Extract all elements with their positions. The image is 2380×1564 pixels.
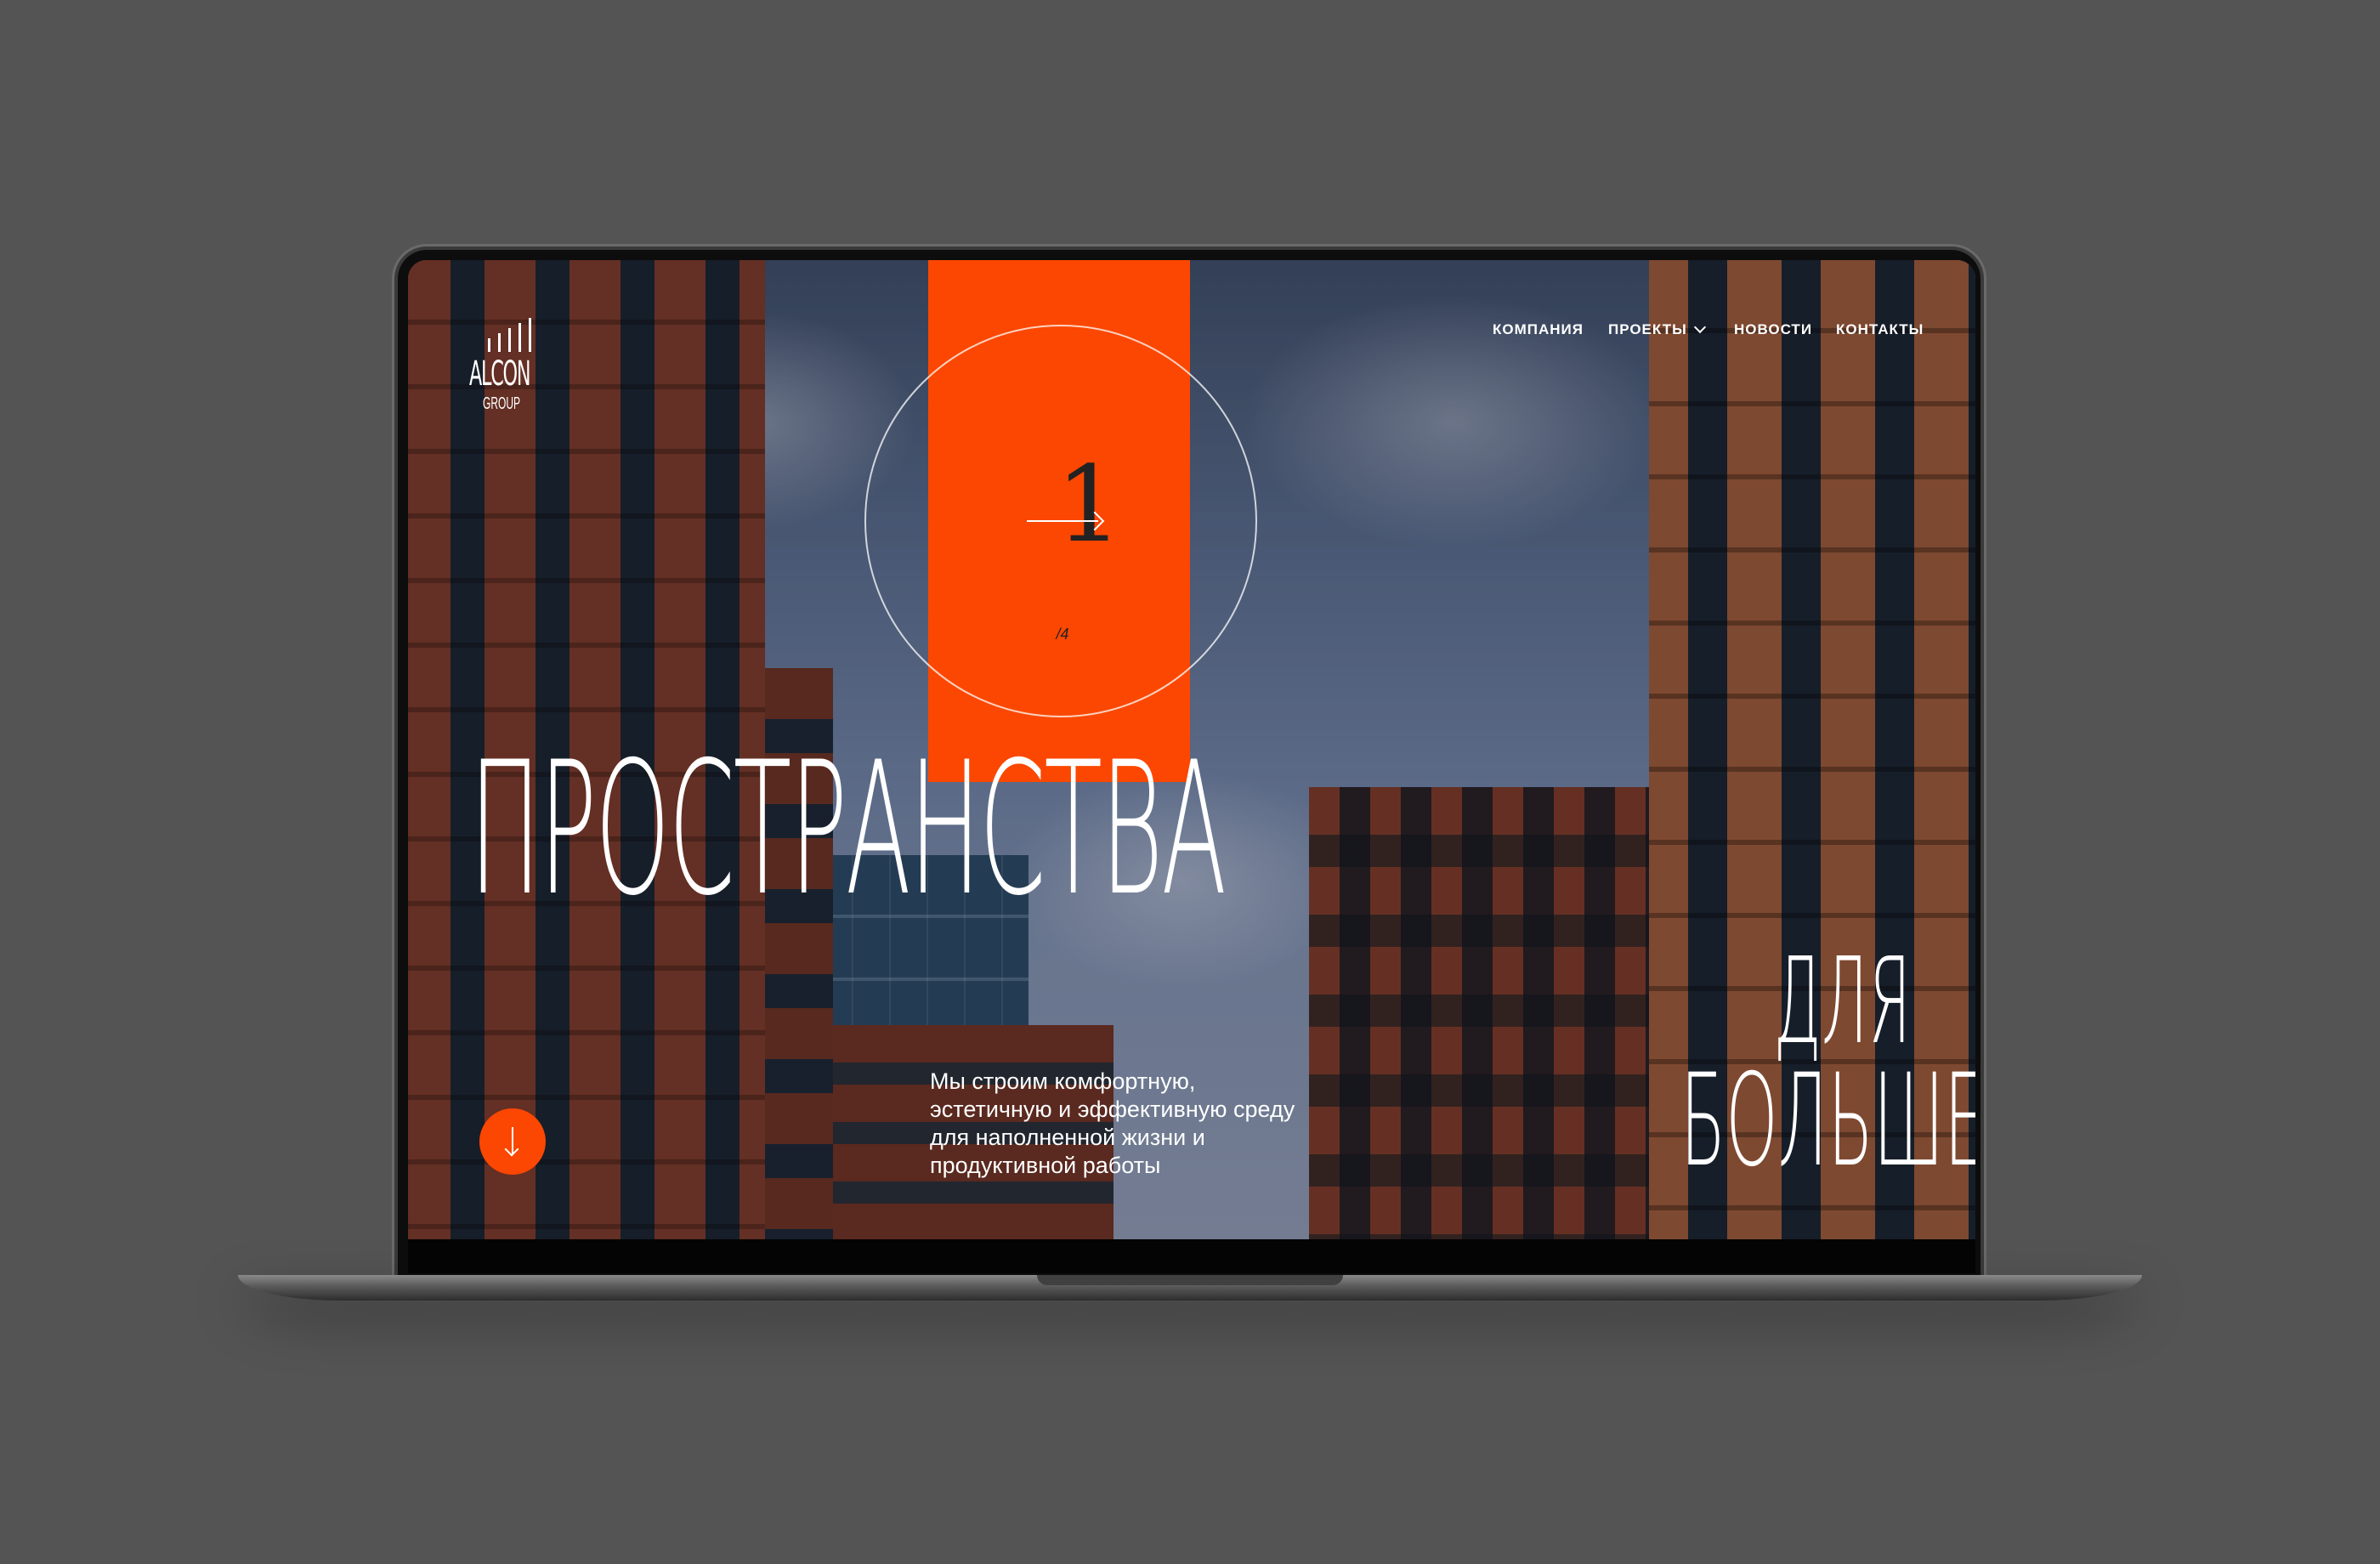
logo-mark [476,318,536,352]
hero-headline-3-text: БОЛЬШЕГО [1680,1047,1975,1195]
logo-subtitle: GROUP [483,394,521,413]
nav-item-projects[interactable]: ПРОЕКТЫ [1608,320,1706,347]
slide-total-count: /4 [1056,626,1069,643]
slide-current-number: 1 [1056,444,1123,566]
hero-headline-2: ДЛЯ [1435,932,1911,1071]
nav-item-projects-label: ПРОЕКТЫ [1608,321,1687,337]
logo-name: ALCON [469,354,531,394]
hero-headline-2-text: ДЛЯ [1773,932,1911,1071]
nav-item-contacts[interactable]: КОНТАКТЫ [1836,321,1924,347]
hero-headline-3: БОЛЬШЕГО [1316,1057,1975,1185]
arrow-down-icon-head [504,1142,519,1157]
screen-bezel-bottom [408,1239,1975,1273]
nav-item-news[interactable]: НОВОСТИ [1734,321,1812,347]
brand-logo[interactable]: ALCON GROUP [469,318,554,428]
chevron-down-icon [1693,320,1706,334]
hero-headline-1: ПРОСТРАНСТВА [469,722,1227,936]
laptop-hinge-notch [1037,1275,1343,1285]
nav-item-company[interactable]: КОМПАНИЯ [1493,321,1584,347]
scroll-down-button[interactable] [479,1108,546,1175]
browser-viewport: 1 /4 ALCON GROUP КОМПАНИЯ ПРОЕКТЫ НОВОСТ… [408,260,1975,1239]
hero-tagline: Мы строим комфортную, эстетичную и эффек… [930,1068,1295,1178]
